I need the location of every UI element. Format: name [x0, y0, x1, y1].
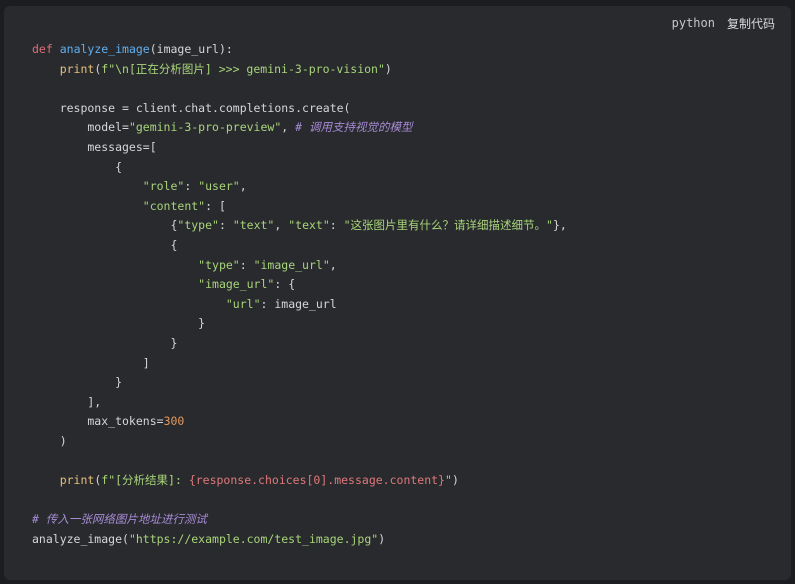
string-token: "type" [198, 257, 240, 272]
code-line: "role": "user", [32, 177, 567, 197]
code-token: { [32, 159, 123, 174]
code-token: } [32, 375, 123, 390]
code-line: "url": image_url [32, 295, 567, 315]
code-token: : [184, 179, 199, 194]
number-token: 300 [163, 414, 185, 429]
code-token: max_tokens= [32, 414, 164, 429]
code-token: ], [32, 394, 102, 409]
code-line: ], [32, 393, 567, 413]
code-token: : [ [205, 198, 226, 213]
code-token: , [281, 120, 296, 135]
code-line: "image_url": { [32, 275, 567, 295]
string-token: "role" [142, 179, 185, 194]
code-line: { [32, 158, 567, 178]
code-line: {"type": "text", "text": "这张图片里有什么？请详细描述… [32, 216, 567, 236]
code-content: def analyze_image(image_url): print(f"\n… [32, 40, 567, 549]
code-token: analyze_image( [32, 531, 129, 546]
code-line: analyze_image("https://example.com/test_… [32, 530, 567, 550]
code-line: } [32, 314, 567, 334]
string-token: "text" [288, 218, 330, 233]
string-token: "type" [177, 218, 219, 233]
string-token: "https://example.com/test_image.jpg" [128, 531, 379, 546]
keyword-token: def [32, 42, 53, 56]
comment-token: # 传入一张网络图片地址进行测试 [32, 512, 207, 527]
code-block: python 复制代码 def analyze_image(image_url)… [4, 6, 791, 580]
code-token: : [218, 218, 233, 233]
comment-token: # 调用支持视觉的模型 [295, 120, 413, 135]
string-token: "url" [225, 296, 261, 311]
code-token: } [32, 316, 206, 331]
code-line: max_tokens=300 [32, 412, 567, 432]
copy-code-button[interactable]: 复制代码 [727, 15, 775, 32]
code-line: print(f"[分析结果]: {response.choices[0].mes… [32, 471, 567, 491]
string-token: "gemini-3-pro-preview" [128, 120, 282, 135]
code-token: ) [378, 531, 386, 546]
string-token: "这张图片里有什么？请详细描述细节。" [343, 218, 553, 233]
string-token: "image_url" [198, 277, 275, 292]
code-token: model= [32, 120, 129, 135]
code-token: , [239, 179, 247, 194]
code-line: "content": [ [32, 197, 567, 217]
code-line: model="gemini-3-pro-preview", # 调用支持视觉的模… [32, 118, 567, 138]
code-token: , [274, 218, 289, 233]
code-line: print(f"\n[正在分析图片] >>> gemini-3-pro-visi… [32, 60, 567, 80]
language-label: python [671, 16, 715, 30]
code-token: : { [274, 277, 296, 292]
code-token: : [329, 218, 344, 233]
code-line: "type": "image_url", [32, 256, 567, 276]
code-block-header: python 复制代码 [672, 12, 775, 34]
code-token: ] [32, 355, 150, 370]
string-token: "text" [232, 218, 275, 233]
code-token: ) [384, 61, 392, 76]
code-token: { [32, 237, 178, 252]
code-line: ) [32, 432, 567, 452]
string-token: f"[分析结果]: [101, 473, 189, 488]
code-line: # 传入一张网络图片地址进行测试 [32, 510, 567, 530]
builtin-token: print [59, 473, 95, 488]
code-token: : [239, 257, 254, 272]
code-token: }, [552, 218, 567, 233]
code-line: } [32, 373, 567, 393]
code-line: response = client.chat.completions.creat… [32, 99, 567, 119]
code-line: messages=[ [32, 138, 567, 158]
code-token: , [329, 257, 337, 272]
fstring-expression-token: {response.choices[0].message.content} [188, 473, 445, 488]
function-name-token: analyze_image [59, 42, 150, 56]
code-line: def analyze_image(image_url): [32, 40, 567, 60]
code-token: ) [451, 473, 459, 488]
code-line: } [32, 334, 567, 354]
code-line: ] [32, 354, 567, 374]
code-token: : image_url [260, 296, 337, 311]
string-token: " [445, 473, 452, 488]
code-token: } [32, 335, 178, 350]
code-token: (image_url): [149, 42, 233, 56]
code-token: ) [32, 433, 67, 448]
string-token: "content" [142, 198, 206, 213]
code-token: response = client.chat.completions.creat… [32, 100, 351, 115]
string-token: f"\n[正在分析图片] >>> gemini-3-pro-vision" [101, 61, 385, 76]
string-token: "user" [198, 179, 240, 194]
code-token: messages=[ [32, 139, 157, 154]
code-line: { [32, 236, 567, 256]
string-token: "image_url" [253, 257, 330, 272]
code-token: { [32, 218, 178, 233]
builtin-token: print [59, 61, 95, 76]
